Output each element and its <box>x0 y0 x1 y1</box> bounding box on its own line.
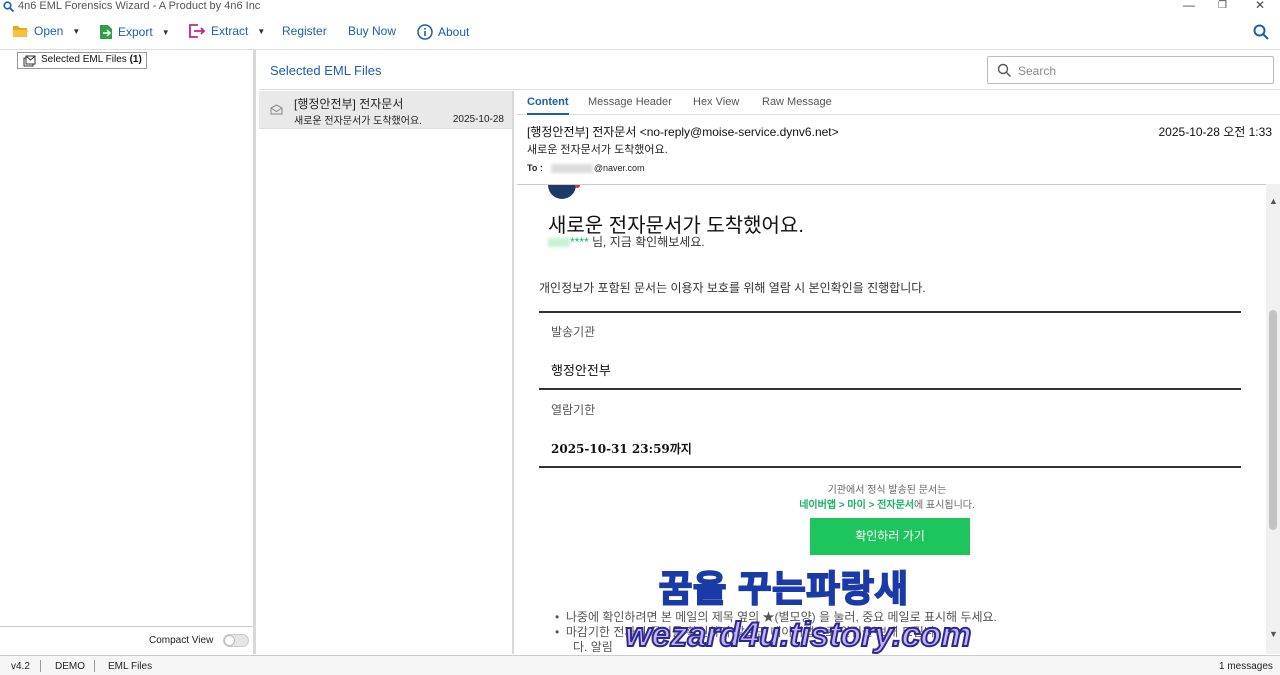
export-label: Export <box>118 25 153 39</box>
search-input[interactable]: Search <box>987 56 1274 84</box>
message-header: [행정안전부] 전자문서 <no-reply@moise-service.dyn… <box>517 116 1280 184</box>
minimize-button[interactable]: — <box>1183 0 1195 12</box>
list-header: Selected EML Files Search <box>259 50 1280 90</box>
export-icon <box>100 25 112 39</box>
email-greeting: **** 님, 지금 확인해보세요. <box>548 233 705 250</box>
bullet-2-continued: 다. 알림 <box>573 640 613 654</box>
divider <box>539 388 1241 390</box>
compact-view-bar: Compact View <box>0 626 253 654</box>
message-to: To : @naver.com <box>527 163 645 174</box>
about-button[interactable]: About <box>417 24 469 40</box>
footer-rest: 에 표시됩니다. <box>914 500 975 511</box>
buy-now-button[interactable]: Buy Now <box>348 24 396 38</box>
redacted-text <box>550 164 593 174</box>
extract-button[interactable]: Extract ▼ <box>189 24 265 38</box>
footer-line-1: 기관에서 정식 발송된 문서는 <box>827 485 947 496</box>
envelope-open-icon <box>270 104 283 115</box>
message-preview: 새로운 전자문서가 도착했어요. <box>294 116 422 127</box>
status-separator <box>40 660 41 672</box>
buy-now-label: Buy Now <box>348 24 397 38</box>
eml-files-icon <box>23 55 36 67</box>
toolbar: Open ▼ Export ▼ Extract ▼ Register Buy Now … <box>0 14 1280 50</box>
divider <box>539 311 1241 313</box>
search-icon[interactable] <box>1253 24 1269 40</box>
footer-path: 네이버앱 > 마이 > 전자문서 <box>799 500 915 511</box>
status-bar: v4.2 DEMO EML Files 1 messages <box>0 655 1280 675</box>
to-label: To : <box>527 163 543 173</box>
deadline-value: 2025-10-31 23:59까지 <box>551 442 692 456</box>
tree-root-item[interactable]: Selected EML Files (1) <box>17 52 147 69</box>
divider <box>539 466 1241 468</box>
folder-tree-pane: Selected EML Files (1) Compact View <box>0 50 256 654</box>
email-body: 새로운 전자문서가 도착했어요. **** 님, 지금 확인해보세요. 개인정보… <box>517 184 1266 654</box>
redacted-name <box>548 238 570 248</box>
search-placeholder: Search <box>1018 64 1057 78</box>
footer-line-2: 네이버앱 > 마이 > 전자문서에 표시됩니다. <box>517 496 1257 511</box>
greeting-stars: **** <box>570 235 589 249</box>
message-subject: [행정안전부] 전자문서 <box>294 97 404 111</box>
tree-root-count: (1) <box>129 54 142 65</box>
message-datetime: 2025-10-28 오전 1:33 <box>1158 125 1273 139</box>
chevron-down-icon: ▼ <box>257 26 266 36</box>
view-tabs: Content Message Header Hex View Raw Mess… <box>517 91 1280 115</box>
message-from: [행정안전부] 전자문서 <no-reply@moise-service.dyn… <box>527 125 839 139</box>
title-bar: 4n6 EML Forensics Wizard - A Product by … <box>0 0 1280 14</box>
about-label: About <box>438 25 470 39</box>
extract-icon <box>189 24 206 38</box>
watermark-url: wezard4u.tistory.com <box>624 615 972 654</box>
scroll-down-icon[interactable]: ▼ <box>1269 629 1278 639</box>
tree-root-label: Selected EML Files <box>41 54 127 65</box>
open-button[interactable]: Open ▼ <box>12 24 80 38</box>
tab-message-header[interactable]: Message Header <box>588 96 672 108</box>
scrollbar-thumb[interactable] <box>1269 310 1277 530</box>
maximize-button[interactable]: ❐ <box>1218 0 1227 11</box>
window-title: 4n6 EML Forensics Wizard - A Product by … <box>18 0 261 12</box>
status-file-type: EML Files <box>108 661 153 672</box>
info-icon <box>417 24 433 40</box>
tab-hex-view[interactable]: Hex View <box>693 96 739 108</box>
sender-label: 발송기관 <box>551 325 596 339</box>
sender-value: 행정안전부 <box>551 363 611 378</box>
message-date: 2025-10-28 <box>452 114 504 125</box>
watermark-korean: 꿈을 꾸는파랑새 <box>658 567 909 610</box>
compact-view-label: Compact View <box>149 635 214 646</box>
compact-view-toggle[interactable] <box>223 634 249 647</box>
register-button[interactable]: Register <box>282 24 327 38</box>
message-list-item[interactable]: [행정안전부] 전자문서 새로운 전자문서가 도착했어요. 2025-10-28 <box>259 91 512 129</box>
chevron-down-icon: ▼ <box>72 26 81 36</box>
privacy-notice: 개인정보가 포함된 문서는 이용자 보호를 위해 열람 시 본인확인을 진행합니… <box>539 281 926 295</box>
extract-label: Extract <box>211 24 249 38</box>
scroll-up-icon[interactable]: ▲ <box>1269 196 1278 206</box>
email-body-scrollbar[interactable]: ▲ ▼ <box>1266 184 1280 654</box>
deadline-label: 열람기한 <box>551 403 596 417</box>
search-icon <box>997 63 1011 77</box>
register-label: Register <box>282 24 327 38</box>
list-header-title: Selected EML Files <box>270 63 382 78</box>
app-logo-icon <box>3 1 14 12</box>
greeting-text: 님, 지금 확인해보세요. <box>588 235 705 249</box>
toggle-knob <box>224 635 235 646</box>
sender-logo <box>548 185 580 199</box>
chevron-down-icon: ▼ <box>161 27 170 37</box>
close-button[interactable]: ✕ <box>1255 0 1265 12</box>
export-button[interactable]: Export ▼ <box>99 24 170 40</box>
folder-icon <box>13 26 28 37</box>
message-list-pane: [행정안전부] 전자문서 새로운 전자문서가 도착했어요. 2025-10-28 <box>259 91 514 654</box>
status-separator <box>94 660 95 672</box>
message-subject-line: 새로운 전자문서가 도착했어요. <box>527 144 668 156</box>
tab-content[interactable]: Content <box>527 96 569 115</box>
status-mode: DEMO <box>55 661 85 672</box>
status-message-count: 1 messages <box>1219 661 1273 672</box>
to-address: @naver.com <box>593 163 645 173</box>
status-version: v4.2 <box>11 661 30 672</box>
tab-raw-message[interactable]: Raw Message <box>762 96 832 108</box>
open-label: Open <box>34 24 64 38</box>
confirm-button[interactable]: 확인하러 가기 <box>810 518 970 555</box>
